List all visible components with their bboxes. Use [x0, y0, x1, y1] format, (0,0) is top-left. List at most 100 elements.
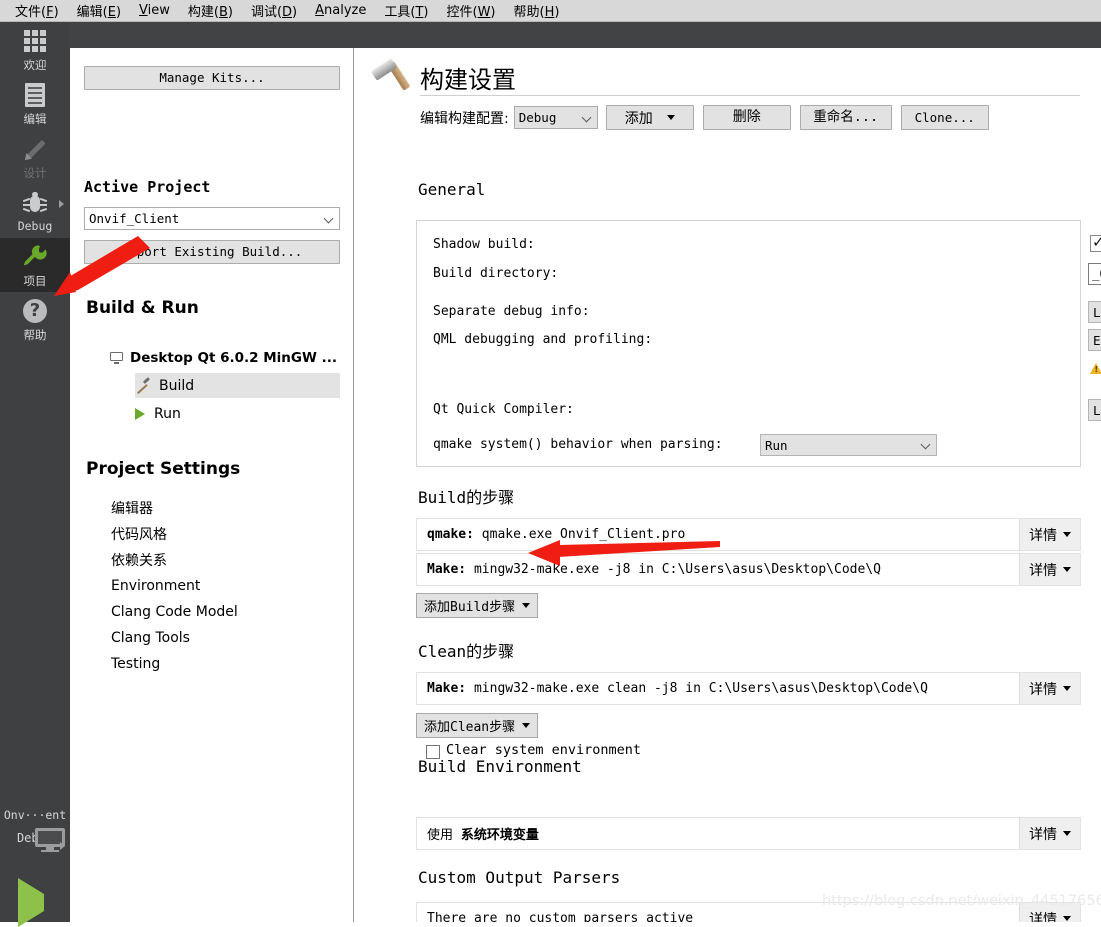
qt-quick-compiler-label: Qt Quick Compiler:	[433, 402, 574, 417]
import-existing-build-button[interactable]: Import Existing Build...	[84, 240, 340, 264]
manage-kits-button[interactable]: Manage Kits...	[84, 66, 340, 90]
mode-label-help: 帮助	[23, 328, 47, 342]
add-clean-step-button[interactable]: 添加Clean步骤	[416, 713, 539, 738]
clean-step-row[interactable]: Make: mingw32-make.exe clean -j8 in C:\U…	[416, 672, 1081, 705]
chevron-down-icon	[522, 723, 531, 728]
nav-kit-run-item[interactable]: Run	[135, 401, 340, 426]
nav-kit-build-label: Build	[159, 377, 195, 394]
add-build-step-button[interactable]: 添加Build步骤	[416, 593, 539, 618]
menu-item-build[interactable]: 构建(B)	[179, 0, 242, 23]
mode-button-welcome[interactable]: 欢迎	[0, 22, 70, 76]
build-step-details-button[interactable]: 详情	[1019, 554, 1080, 585]
build-step-row[interactable]: Make: mingw32-make.exe -j8 in C:\Users\a…	[416, 553, 1081, 586]
top-toolbar-strip	[70, 22, 1101, 48]
add-config-label: 添加	[624, 110, 653, 127]
chevron-right-icon[interactable]	[59, 200, 64, 208]
nav-setting-dependencies[interactable]: 依赖关系	[111, 547, 341, 573]
remove-config-button[interactable]: 删除	[702, 105, 791, 130]
build-directory-input[interactable]: _Qt_6_0_2_MinGW_64_bit-Debug	[1088, 263, 1101, 285]
nav-setting-clang-code-model[interactable]: Clang Code Model	[111, 599, 341, 625]
build-environment-row[interactable]: 使用 系统环境变量 详情	[416, 817, 1081, 850]
build-steps-heading: Build的步骤	[418, 488, 515, 507]
rename-config-button[interactable]: 重命名...	[799, 105, 892, 130]
shadow-build-checkbox[interactable]	[1090, 233, 1101, 252]
run-button[interactable]	[18, 878, 44, 927]
mode-label-projects: 项目	[23, 274, 47, 288]
add-clean-step-label: 添加Clean步骤	[424, 720, 516, 735]
build-step-prefix: Make:	[427, 562, 467, 577]
menu-bar: 文件(F) 编辑(E) View 构建(B) 调试(D) Analyze 工具(…	[0, 0, 1101, 22]
clone-config-button[interactable]: Clone...	[900, 105, 989, 130]
edit-build-config-label: 编辑构建配置:	[420, 110, 509, 127]
active-project-combobox[interactable]: Onvif_Client	[84, 207, 340, 230]
chevron-down-icon	[583, 113, 593, 123]
build-step-row[interactable]: qmake: qmake.exe Onvif_Client.pro 详情	[416, 518, 1081, 551]
project-settings-heading: Project Settings	[86, 459, 241, 479]
mode-button-debug[interactable]: Debug	[0, 184, 70, 238]
menu-item-label: 控件(W)	[446, 4, 496, 20]
nav-kit-run-label: Run	[154, 405, 181, 422]
menu-item-widgets[interactable]: 控件(W)	[437, 0, 504, 23]
document-icon	[25, 80, 45, 110]
chevron-down-icon	[922, 440, 932, 450]
nav-setting-label: 编辑器	[111, 501, 153, 517]
chevron-right-icon[interactable]	[60, 842, 65, 850]
chevron-down-icon	[522, 603, 531, 608]
add-config-button[interactable]: 添加	[605, 105, 694, 130]
qt-quick-compiler-combobox[interactable]: Leave at Default	[1088, 399, 1101, 421]
mode-label-debug: Debug	[17, 219, 53, 233]
qml-debugging-label: QML debugging and profiling:	[433, 332, 653, 347]
menu-item-analyze[interactable]: Analyze	[306, 1, 375, 21]
qml-debugging-combobox[interactable]: Enable	[1088, 329, 1101, 351]
nav-setting-code-style[interactable]: 代码风格	[111, 521, 341, 547]
add-build-step-label: 添加Build步骤	[424, 600, 516, 615]
hammer-icon	[370, 58, 412, 106]
qml-debugging-value: Enable	[1093, 332, 1101, 348]
menu-item-tools[interactable]: 工具(T)	[375, 0, 437, 23]
mode-button-help[interactable]: ? 帮助	[0, 292, 70, 346]
chevron-down-icon	[1063, 686, 1071, 691]
menu-item-file[interactable]: 文件(F)	[6, 0, 68, 23]
nav-setting-testing[interactable]: Testing	[111, 651, 341, 677]
separate-debug-info-combobox[interactable]: Leave at Default	[1088, 301, 1101, 323]
clean-step-details-button[interactable]: 详情	[1019, 673, 1080, 704]
qmake-system-label: qmake system() behavior when parsing:	[433, 437, 723, 452]
menu-item-label: 构建(B)	[187, 4, 233, 20]
mode-button-projects[interactable]: 项目	[0, 238, 70, 292]
build-configuration-toolbar: 编辑构建配置: Debug 添加 删除 重命名... Clone...	[420, 104, 989, 131]
nav-setting-label: Testing	[111, 656, 161, 672]
separate-debug-info-label: Separate debug info:	[433, 304, 590, 319]
nav-setting-clang-tools[interactable]: Clang Tools	[111, 625, 341, 651]
menu-item-view[interactable]: View	[130, 1, 179, 21]
qmake-system-combobox[interactable]: Run	[760, 434, 937, 456]
menu-item-label: View	[139, 2, 170, 18]
general-section-heading: General	[418, 180, 486, 199]
run-triangle-icon	[135, 407, 145, 420]
build-environment-details-button[interactable]: 详情	[1019, 818, 1080, 849]
menu-item-label: Analyze	[315, 2, 367, 18]
build-step-command: qmake.exe Onvif_Client.pro	[473, 527, 686, 542]
details-label: 详情	[1029, 562, 1057, 579]
clean-step-prefix: Make:	[427, 681, 467, 696]
grid-icon	[24, 26, 46, 56]
custom-output-parsers-summary: There are no custom parsers active	[427, 911, 694, 922]
nav-setting-editor[interactable]: 编辑器	[111, 495, 341, 521]
clear-system-environment-checkbox[interactable]	[426, 745, 440, 759]
general-settings-group: Shadow build: Build directory: _Qt_6_0_2…	[416, 220, 1101, 467]
rail-kit-selector[interactable]: Debug	[0, 828, 70, 852]
build-step-command: mingw32-make.exe -j8 in C:\Users\asus\De…	[466, 562, 881, 577]
build-environment-summary-prefix: 使用	[427, 828, 454, 843]
nav-kit-build-item[interactable]: Build	[135, 373, 340, 398]
build-step-details-button[interactable]: 详情	[1019, 519, 1080, 550]
menu-item-help[interactable]: 帮助(H)	[505, 0, 569, 23]
menu-item-debug[interactable]: 调试(D)	[242, 0, 306, 23]
clean-steps-heading: Clean的步骤	[418, 642, 515, 661]
build-config-combobox[interactable]: Debug	[513, 106, 598, 129]
chevron-down-icon	[666, 115, 675, 120]
details-label: 详情	[1029, 527, 1057, 544]
menu-item-edit[interactable]: 编辑(E)	[68, 0, 130, 23]
nav-kit-item[interactable]: Desktop Qt 6.0.2 MinGW ...	[110, 347, 340, 369]
mode-button-edit[interactable]: 编辑	[0, 76, 70, 130]
nav-setting-environment[interactable]: Environment	[111, 573, 341, 599]
details-label: 详情	[1029, 911, 1057, 923]
